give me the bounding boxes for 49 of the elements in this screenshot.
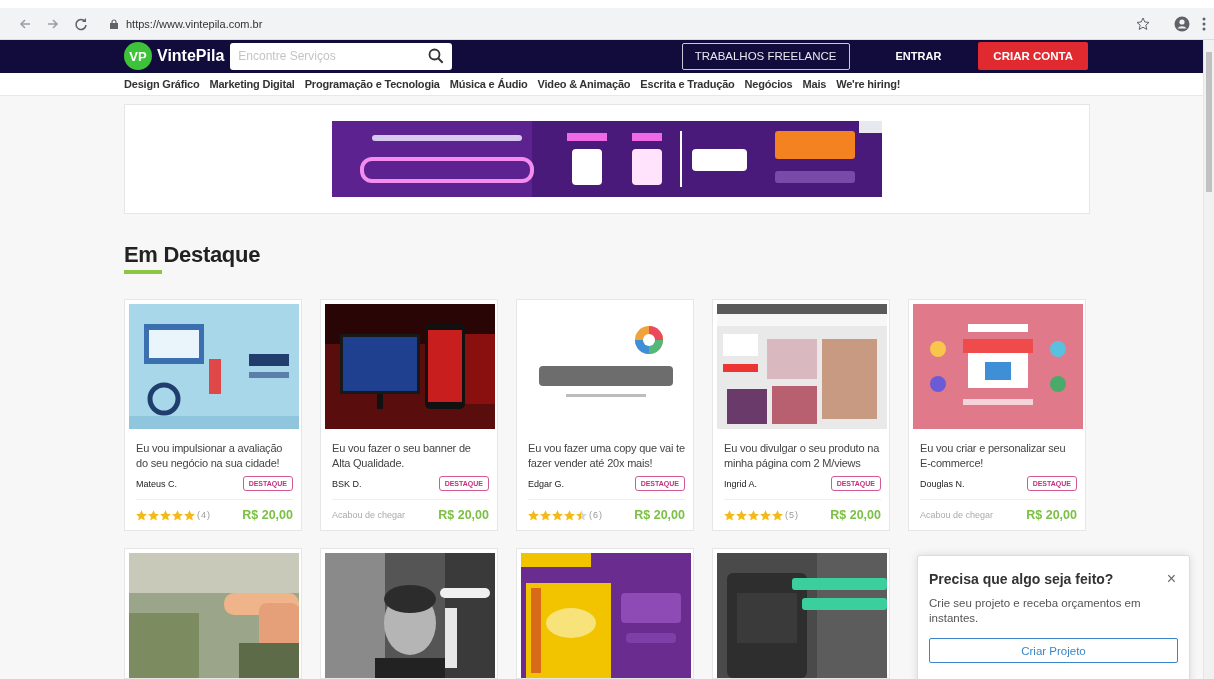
card-title[interactable]: Eu vou impulsionar a avaliação do seu negócio na sua cidade! bbox=[136, 441, 293, 471]
price: R$ 20,00 bbox=[634, 508, 685, 522]
rating-count: (4) bbox=[197, 510, 211, 520]
logo-text[interactable]: VintePila bbox=[157, 47, 225, 66]
star-icon[interactable] bbox=[1136, 16, 1150, 31]
seller-name: Ingrid A. bbox=[724, 478, 758, 489]
category-link[interactable]: Design Gráfico bbox=[124, 77, 200, 90]
price: R$ 20,00 bbox=[1026, 508, 1077, 522]
category-link[interactable]: Programação e Tecnologia bbox=[304, 77, 440, 90]
close-button[interactable]: × bbox=[1164, 570, 1178, 588]
category-link[interactable]: Marketing Digital bbox=[209, 77, 295, 90]
price: R$ 20,00 bbox=[242, 508, 293, 522]
category-link[interactable]: Música e Áudio bbox=[449, 77, 528, 90]
rating-count: (6) bbox=[589, 510, 603, 520]
seller-name: Douglas N. bbox=[920, 478, 965, 489]
card-title[interactable]: Eu vou fazer o seu banner de Alta Qualidade. bbox=[332, 441, 489, 471]
category-link[interactable]: We're hiring! bbox=[836, 77, 901, 90]
seller-name: Mateus C. bbox=[136, 478, 177, 489]
new-label: Acabou de chegar bbox=[332, 510, 406, 520]
category-link[interactable]: Negócios bbox=[744, 77, 793, 90]
search-field[interactable]: Encontre Serviços bbox=[230, 42, 421, 70]
category-link[interactable]: Escrita e Tradução bbox=[640, 77, 735, 90]
create-project-button[interactable]: Criar Projeto bbox=[929, 638, 1178, 663]
title-underline bbox=[124, 270, 162, 274]
category-link[interactable]: Video & Animação bbox=[537, 77, 631, 90]
new-label: Acabou de chegar bbox=[920, 510, 994, 520]
card-title[interactable]: Eu vou divulgar o seu produto na minha página com 2 M/views bbox=[724, 441, 881, 471]
price: R$ 20,00 bbox=[438, 508, 489, 522]
reload-icon[interactable] bbox=[74, 16, 88, 31]
seller-name: BSK D. bbox=[332, 478, 362, 489]
search-button[interactable] bbox=[420, 42, 453, 70]
menu-icon[interactable] bbox=[1202, 16, 1206, 31]
lock-icon bbox=[110, 18, 118, 29]
card-title[interactable]: Eu vou fazer uma copy que vai te fazer vender até 20x mais! bbox=[528, 441, 685, 471]
popup-text: Crie seu projeto e receba orçamentos em instantes. bbox=[929, 596, 1142, 626]
card-title[interactable]: Eu vou criar e personalizar seu E-commerce! bbox=[920, 441, 1077, 471]
account-icon[interactable] bbox=[1174, 15, 1190, 32]
search-icon[interactable] bbox=[428, 48, 445, 65]
section-title: Em Destaque bbox=[124, 242, 261, 268]
freelance-button[interactable]: TRABALHOS FREELANCE bbox=[681, 42, 850, 70]
price: R$ 20,00 bbox=[830, 508, 881, 522]
popup-title: Precisa que algo seja feito? bbox=[929, 571, 1114, 587]
url-text: https://www.vintepila.com.br bbox=[126, 17, 264, 30]
seller-name: Edgar G. bbox=[528, 478, 565, 489]
signup-button[interactable]: CRIAR CONTA bbox=[978, 42, 1088, 71]
login-link[interactable]: ENTRAR bbox=[895, 50, 942, 63]
rating-count: (5) bbox=[785, 510, 799, 520]
scrollbar[interactable] bbox=[1203, 40, 1214, 679]
category-link[interactable]: Mais bbox=[802, 77, 827, 90]
